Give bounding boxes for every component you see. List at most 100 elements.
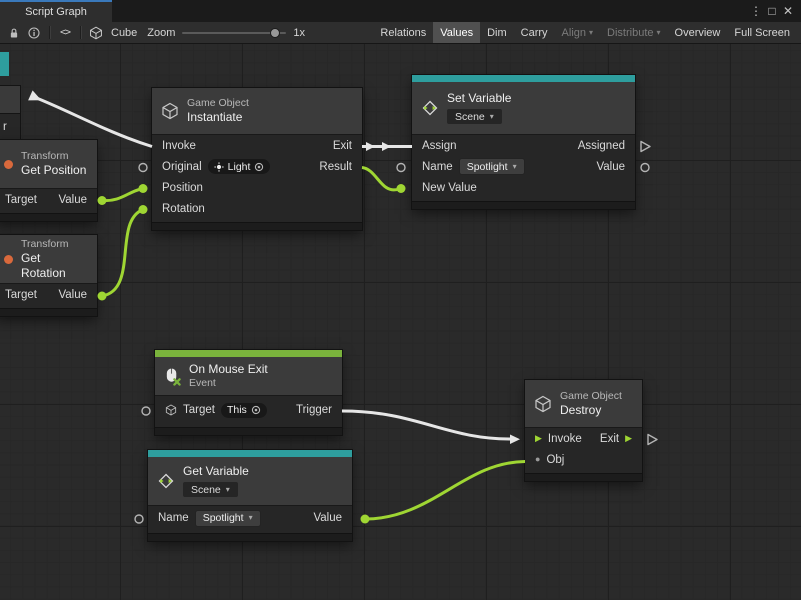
toolbar-button-carry[interactable]: Carry: [514, 22, 555, 43]
node-get-position[interactable]: Transform Get Position Target Value: [0, 140, 97, 221]
offscreen-node-fragment: [0, 52, 9, 76]
port-row: Invoke Exit: [152, 135, 362, 156]
variable-icon: [157, 472, 175, 490]
port-name[interactable]: Name: [158, 512, 189, 524]
node-get-variable[interactable]: Get Variable Scene ▾ Name Spotlight ▾ Va…: [148, 450, 352, 541]
port-dot-rotation[interactable]: [139, 205, 148, 214]
port-row: Target This Trigger: [155, 396, 342, 424]
node-footer: [0, 308, 97, 316]
node-get-rotation[interactable]: Transform Get Rotation Target Value: [0, 235, 97, 316]
variable-scope-dropdown[interactable]: Scene ▾: [447, 109, 502, 124]
toolbar-button-values[interactable]: Values: [433, 22, 480, 43]
object-field-value: This: [227, 404, 247, 416]
node-header[interactable]: On Mouse Exit Event: [155, 357, 342, 396]
zoom-slider[interactable]: [182, 24, 286, 42]
node-title: Get Position: [21, 163, 86, 178]
node-on-mouse-exit[interactable]: On Mouse Exit Event Target This Trigger: [155, 350, 342, 435]
toolbar-button-distribute[interactable]: Distribute ▾: [600, 22, 667, 43]
flow-arrow-icon: [366, 142, 375, 151]
port-assign[interactable]: Assign: [422, 140, 457, 152]
flow-arrow-icon: ▶: [535, 434, 542, 443]
port-dot-value[interactable]: [98, 196, 107, 205]
node-instantiate[interactable]: Game Object Instantiate Invoke Exit Orig…: [152, 88, 362, 230]
port-value[interactable]: Value: [313, 512, 342, 524]
menu-icon[interactable]: ⋮: [748, 0, 764, 22]
target-object-field[interactable]: This: [221, 403, 267, 418]
port-obj[interactable]: Obj: [546, 454, 564, 466]
dropdown-arrow-icon: ▾: [490, 113, 494, 121]
wire-overlay: [0, 44, 801, 600]
maximize-icon[interactable]: □: [764, 0, 780, 22]
port-circle-target[interactable]: [142, 407, 150, 415]
tab-script-graph[interactable]: Script Graph: [0, 0, 112, 22]
toolbar-button-relations[interactable]: Relations: [373, 22, 433, 43]
variable-name-dropdown[interactable]: Spotlight ▾: [195, 510, 261, 527]
graph-canvas[interactable]: r Transform Get Position Target Value Tr…: [0, 44, 801, 600]
port-rotation[interactable]: Rotation: [162, 203, 205, 215]
toolbar-button-overview[interactable]: Overview: [668, 22, 728, 43]
port-new-value[interactable]: New Value: [422, 182, 477, 194]
zoom-value: 1x: [293, 27, 305, 39]
variable-name-dropdown[interactable]: Spotlight ▾: [459, 158, 525, 175]
node-header[interactable]: Game Object Destroy: [525, 380, 642, 428]
node-header[interactable]: Game Object Instantiate: [152, 88, 362, 135]
node-header[interactable]: Transform Get Position: [0, 140, 97, 189]
dropdown-arrow-icon: ▾: [226, 486, 230, 494]
variable-scope-dropdown[interactable]: Scene ▾: [183, 482, 238, 497]
port-value[interactable]: Value: [58, 194, 87, 206]
info-icon[interactable]: [24, 24, 44, 42]
port-result[interactable]: Result: [319, 161, 352, 173]
port-target[interactable]: Target: [183, 404, 215, 416]
node-category: Game Object: [187, 97, 249, 110]
port-dot-new-value[interactable]: [397, 184, 406, 193]
toolbar-button-dim[interactable]: Dim: [480, 22, 514, 43]
node-accent-bar: [412, 75, 635, 82]
game-object-icon: [534, 395, 552, 413]
node-title: Destroy: [560, 403, 622, 418]
zoom-slider-handle[interactable]: [270, 28, 280, 38]
transform-icon: [4, 160, 13, 169]
port-circle-original[interactable]: [139, 164, 147, 172]
object-picker-icon[interactable]: [254, 162, 264, 172]
node-title: Set Variable: [447, 91, 511, 106]
node-footer: [0, 213, 97, 221]
port-row: Position: [152, 177, 362, 198]
port-name[interactable]: Name: [422, 161, 453, 173]
node-destroy[interactable]: Game Object Destroy ▶ Invoke Exit ▶ ● Ob…: [525, 380, 642, 481]
node-header[interactable]: Transform Get Rotation: [0, 235, 97, 284]
port-value[interactable]: Value: [596, 161, 625, 173]
port-dot-value[interactable]: [98, 292, 107, 301]
port-row: Original Light Result: [152, 156, 362, 177]
object-picker-icon[interactable]: [251, 405, 261, 415]
port-circle-name[interactable]: [135, 515, 143, 523]
port-invoke[interactable]: Invoke: [548, 433, 582, 445]
port-assigned[interactable]: Assigned: [578, 140, 625, 152]
port-triangle-exit[interactable]: [648, 435, 657, 445]
port-original[interactable]: Original: [162, 161, 202, 173]
node-set-variable[interactable]: Set Variable Scene ▾ Assign Assigned Nam…: [412, 75, 635, 209]
lock-icon[interactable]: [4, 24, 24, 42]
port-triangle-assigned[interactable]: [641, 142, 650, 152]
port-exit[interactable]: Exit: [333, 140, 352, 152]
wire-data: [102, 211, 141, 297]
close-icon[interactable]: ✕: [780, 0, 796, 22]
node-header[interactable]: Get Variable Scene ▾: [148, 457, 352, 506]
node-footer: [155, 427, 342, 435]
toolbar-button-fullscreen[interactable]: Full Screen: [727, 22, 797, 43]
port-position[interactable]: Position: [162, 182, 203, 194]
port-target[interactable]: Target: [5, 289, 37, 301]
node-header[interactable]: Set Variable Scene ▾: [412, 82, 635, 135]
port-dot-value[interactable]: [361, 515, 370, 524]
toolbar-button-align[interactable]: Align ▾: [555, 22, 600, 43]
code-icon[interactable]: <>: [55, 24, 75, 42]
port-trigger[interactable]: Trigger: [296, 404, 332, 416]
node-category: Transform: [21, 238, 88, 251]
port-value[interactable]: Value: [58, 289, 87, 301]
port-target[interactable]: Target: [5, 194, 37, 206]
port-dot-position[interactable]: [139, 184, 148, 193]
port-circle-value-out[interactable]: [641, 164, 649, 172]
port-invoke[interactable]: Invoke: [162, 140, 196, 152]
port-exit[interactable]: Exit: [600, 433, 619, 445]
port-circle-name[interactable]: [397, 164, 405, 172]
original-object-field[interactable]: Light: [208, 159, 271, 174]
